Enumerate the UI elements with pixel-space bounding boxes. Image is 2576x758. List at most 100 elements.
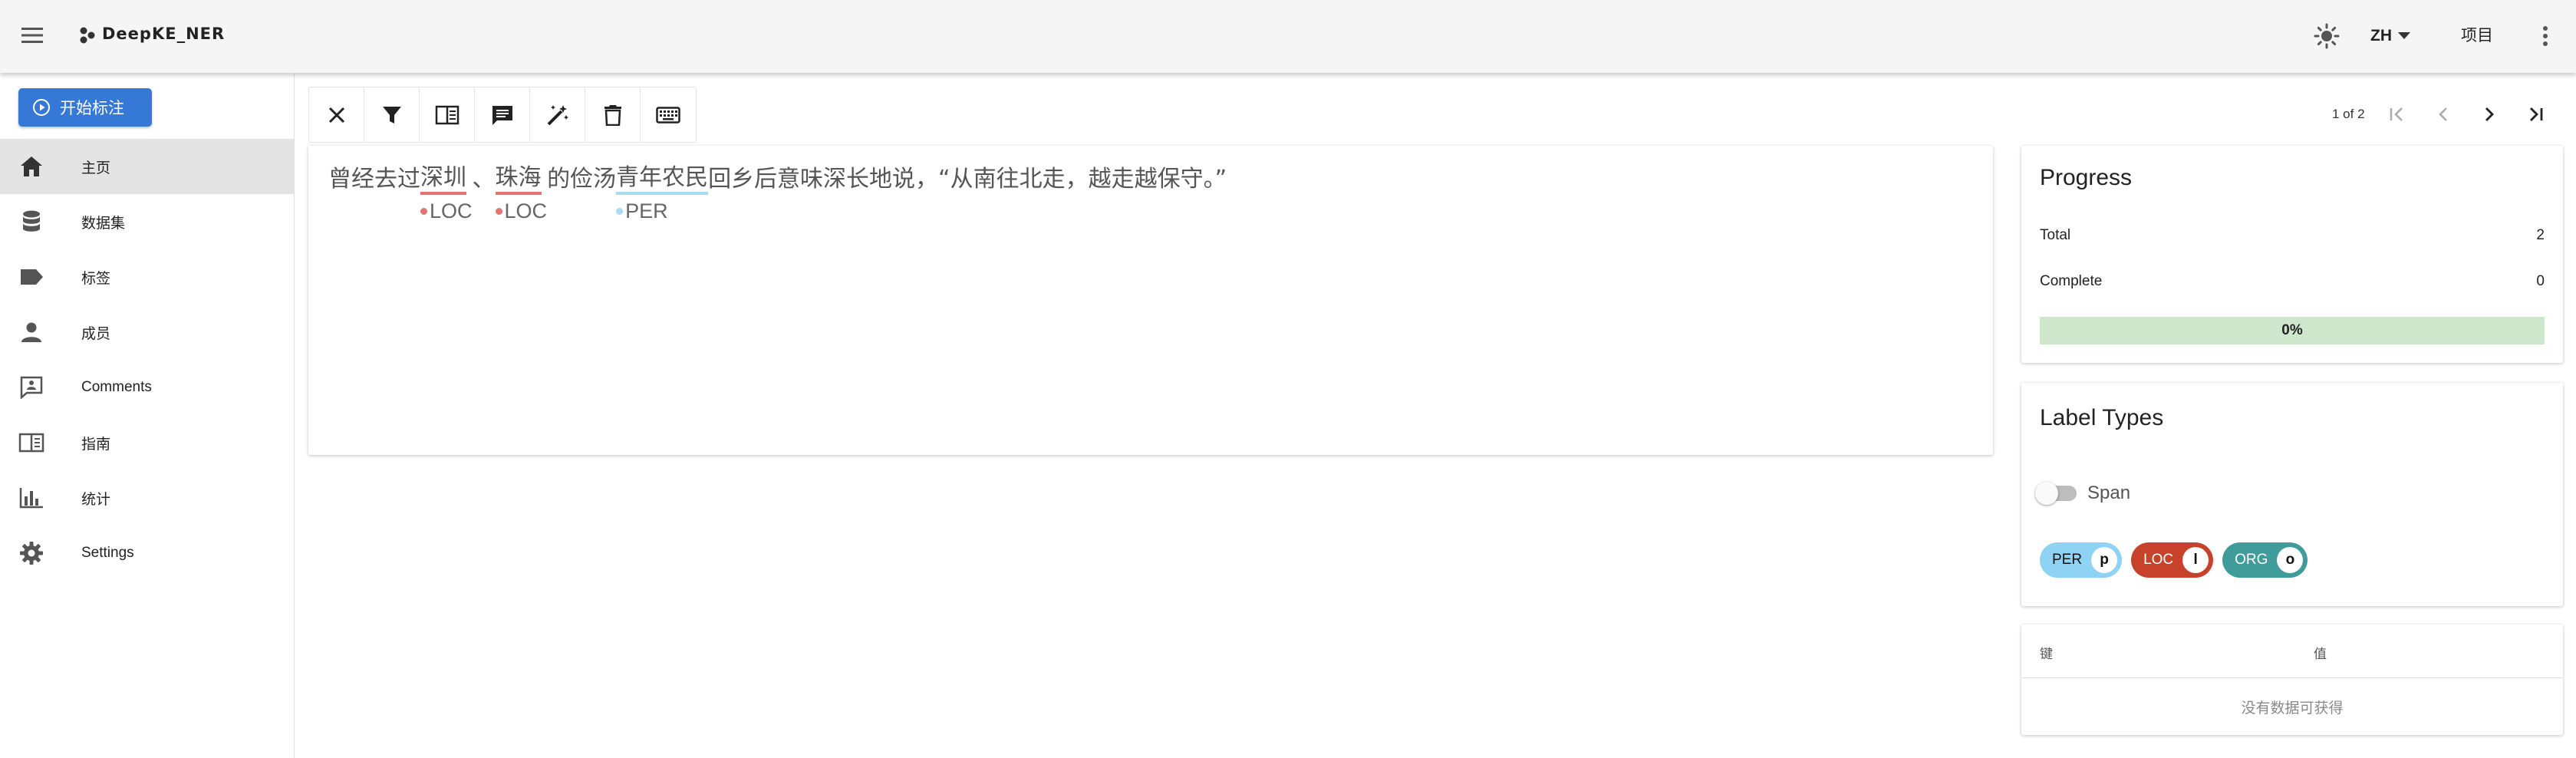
gear-icon [18,540,44,566]
label-types-panel: Label Types Span PER p LOC l ORG o [2021,383,2563,606]
label-chip-loc[interactable]: LOC l [2131,542,2214,578]
close-icon [328,107,344,123]
entity-text: 青年农民 [616,164,709,195]
entity-span-loc[interactable]: 珠海 LOC [495,164,547,223]
filter-button[interactable] [364,87,420,142]
complete-value: 0 [2536,273,2545,289]
next-page-button[interactable] [2466,98,2512,130]
sidebar-item-statistics[interactable]: 统计 [0,470,294,526]
chevron-left-icon [2438,107,2447,121]
sidebar-item-label: Comments [81,379,152,395]
auto-label-button[interactable] [530,87,585,142]
total-label: Total [2040,227,2071,243]
chip-shortcut-key: p [2091,547,2118,573]
entity-label[interactable]: LOC [420,199,473,223]
sidebar-item-label: Settings [81,545,134,561]
comment-button[interactable] [475,87,530,142]
annotation-toolbar [308,87,697,143]
chip-shortcut-key: o [2277,547,2304,573]
previous-page-button[interactable] [2420,98,2466,130]
sidebar-nav: 主页 数据集 标签 成员 Comments 指南 统计 Settings [0,139,294,581]
key-column-header[interactable]: 键 [2040,643,2053,662]
keyboard-shortcuts-button[interactable] [641,87,696,142]
sidebar-item-label: 成员 [81,325,111,342]
sidebar-item-label: 主页 [81,160,111,176]
more-options-button[interactable] [2532,20,2559,52]
sidebar-item-settings[interactable]: Settings [0,526,294,581]
text-segment: 的俭汤 [547,166,617,193]
entity-dot [420,208,427,215]
app-bar: DeepKE_NER ZH 项目 [0,0,2576,73]
total-row: Total 2 [2040,227,2545,244]
chip-label: ORG [2235,552,2268,568]
progress-bar: 0% [2040,317,2545,344]
delete-icon [604,104,621,126]
sidebar-panel-icon [435,105,459,124]
sidebar-item-guideline[interactable]: 指南 [0,415,294,470]
more-vertical-icon [2543,26,2548,46]
projects-link[interactable]: 项目 [2461,23,2493,46]
menu-icon [21,28,43,43]
sidebar-item-comments[interactable]: Comments [0,360,294,415]
entity-label[interactable]: PER [616,199,668,223]
sidebar-item-label: 统计 [81,491,111,508]
switch-track[interactable] [2035,482,2077,505]
entity-label[interactable]: LOC [495,199,547,223]
toggle-panel-button[interactable] [420,87,475,142]
text-segment: 回乡后意味深长地说，“从南往北走，越走越保守。” [708,166,1227,193]
sidebar-item-labels[interactable]: 标签 [0,249,294,305]
entity-span-loc[interactable]: 深圳 LOC [420,164,473,223]
first-page-button[interactable] [2374,98,2420,130]
auto-label-wand-icon [547,104,568,125]
sidebar-item-label: 指南 [81,436,111,453]
label-chip-org[interactable]: ORG o [2222,542,2308,578]
sidebar-item-dataset[interactable]: 数据集 [0,194,294,249]
metadata-table: 键 值 没有数据可获得 [2021,625,2563,735]
home-icon [18,153,44,180]
sidebar-item-home[interactable]: 主页 [0,139,294,194]
last-page-button[interactable] [2512,98,2558,130]
start-annotation-label: 开始标注 [60,100,124,117]
entity-dot [616,208,624,215]
value-column-header[interactable]: 值 [2314,643,2327,662]
last-page-icon [2529,107,2542,121]
annotation-area: 曾经去过 深圳 LOC 、 珠海 LOC 的俭汤 青年农民 PER 回乡后意味深… [308,146,1993,455]
total-value: 2 [2536,227,2545,243]
start-annotation-button[interactable]: 开始标注 [18,88,152,127]
label-types-title: Label Types [2040,405,2164,430]
empty-state: 没有数据可获得 [2241,700,2344,717]
sidebar-item-members[interactable]: 成员 [0,305,294,360]
entity-text: 珠海 [495,164,542,195]
chart-icon [18,485,44,511]
label-icon [18,264,44,290]
chip-label: LOC [2143,552,2174,568]
annotation-text[interactable]: 曾经去过 深圳 LOC 、 珠海 LOC 的俭汤 青年农民 PER 回乡后意味深… [328,164,1227,223]
text-segment: 曾经去过 [328,166,420,193]
language-selector[interactable]: ZH [2370,21,2410,51]
sidebar-item-label: 数据集 [81,215,126,232]
caret-down-icon [2398,32,2410,39]
entity-span-per[interactable]: 青年农民 PER [616,164,709,223]
pagination: 1 of 2 [2332,98,2558,130]
chevron-right-icon [2485,107,2494,121]
span-toggle[interactable]: Span [2035,482,2130,505]
filter-icon [382,106,401,124]
delete-button[interactable] [585,87,641,142]
switch-knob [2035,482,2058,505]
menu-button[interactable] [17,20,48,51]
complete-label: Complete [2040,273,2103,289]
theme-toggle-button[interactable] [2311,20,2343,52]
sidebar: 开始标注 主页 数据集 标签 成员 Comments 指南 统计 Setting… [0,73,295,758]
progress-title: Progress [2040,165,2133,190]
label-chip-per[interactable]: PER p [2040,542,2123,578]
entity-dot [495,208,502,215]
entity-text: 深圳 [420,164,466,195]
database-icon [18,209,44,235]
page-indicator: 1 of 2 [2332,107,2365,121]
progress-percent: 0% [2281,322,2303,338]
comment-icon [18,374,44,400]
app-title[interactable]: DeepKE_NER [102,25,225,43]
close-button[interactable] [309,87,364,142]
progress-panel: Progress Total 2 Complete 0 0% [2021,146,2563,363]
label-chip-list: PER p LOC l ORG o [2040,542,2308,578]
